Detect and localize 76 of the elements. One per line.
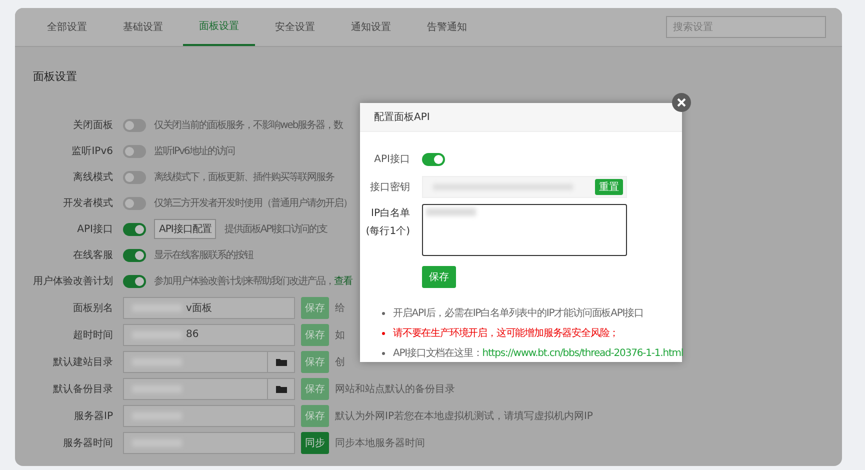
setting-label: 关闭面板 bbox=[72, 118, 113, 132]
api-key-field[interactable]: 重置 bbox=[422, 176, 627, 198]
bullet bbox=[382, 352, 385, 354]
setting-label: 在线客服 bbox=[72, 248, 113, 262]
settings-tab[interactable]: 安全设置 bbox=[259, 8, 331, 46]
save-button[interactable]: 保存 bbox=[301, 350, 329, 372]
toggle-switch[interactable] bbox=[123, 274, 146, 288]
field-label: 接口密钥 bbox=[369, 180, 410, 194]
privacy-link[interactable]: 查看 bbox=[334, 274, 352, 288]
note-text: 请不要在生产环境开启，这可能增加服务器安全风险； bbox=[393, 326, 619, 340]
section-title: 面板设置 bbox=[33, 69, 77, 84]
field-label: API接口 bbox=[373, 152, 410, 166]
save-button[interactable]: 保存 bbox=[301, 404, 329, 426]
save-button[interactable]: 同步 bbox=[301, 432, 329, 454]
config-button[interactable]: API接口配置 bbox=[154, 219, 216, 239]
setting-description: 参加用户体验改善计划来帮助我们改进产品， bbox=[154, 274, 334, 288]
settings-tab[interactable]: 通知设置 bbox=[335, 8, 407, 46]
setting-label: 监听IPv6 bbox=[70, 145, 113, 158]
close-icon bbox=[677, 98, 686, 107]
setting-description: 给 bbox=[335, 302, 345, 314]
dialog-title: 配置面板API bbox=[374, 110, 430, 124]
setting-label: 离线模式 bbox=[72, 170, 113, 184]
field-label: IP白名单 bbox=[371, 206, 410, 220]
setting-description: 仅关闭当前的面板服务，不影响web服务器，数 bbox=[154, 118, 343, 132]
redacted-blur bbox=[426, 208, 476, 216]
text-field[interactable]: 86 bbox=[123, 324, 295, 346]
settings-tab[interactable]: 全部设置 bbox=[31, 8, 103, 46]
setting-description: 如 bbox=[335, 328, 345, 342]
setting-label: 超时时间 bbox=[72, 328, 113, 342]
bullet bbox=[382, 312, 385, 314]
reset-button[interactable]: 重置 bbox=[595, 179, 623, 195]
save-button[interactable]: 保存 bbox=[422, 266, 456, 288]
settings-tab[interactable]: 面板设置 bbox=[183, 8, 255, 46]
setting-description: 创 bbox=[335, 356, 345, 368]
bullet bbox=[382, 332, 385, 334]
setting-description: 离线模式下，面板更新、插件购买等联网服务 bbox=[154, 170, 334, 184]
text-field[interactable] bbox=[123, 404, 295, 426]
setting-label: 默认建站目录 bbox=[52, 356, 113, 368]
folder-icon[interactable] bbox=[276, 384, 286, 392]
setting-description: 网站和站点默认的备份目录 bbox=[335, 382, 455, 396]
folder-icon[interactable] bbox=[276, 358, 286, 366]
setting-description: 同步本地服务器时间 bbox=[335, 436, 425, 450]
note-text: API接口文档在这里： bbox=[393, 346, 482, 360]
settings-tab[interactable]: 告警通知 bbox=[411, 8, 483, 46]
toggle-switch[interactable] bbox=[123, 248, 146, 262]
text-field[interactable] bbox=[123, 350, 295, 372]
toggle-switch[interactable] bbox=[123, 170, 146, 184]
setting-label: 用户体验改善计划 bbox=[33, 274, 113, 288]
save-button[interactable]: 保存 bbox=[301, 324, 329, 346]
text-field[interactable]: v面板 bbox=[123, 296, 295, 318]
setting-description: 默认为外网IP若您在本地虚拟机测试，请填写虚拟机内网IP bbox=[335, 410, 593, 422]
setting-label: API接口 bbox=[76, 222, 113, 236]
text-field[interactable] bbox=[123, 432, 295, 454]
setting-description: 提供面板API接口访问的支 bbox=[224, 222, 328, 236]
toggle-switch[interactable] bbox=[422, 152, 445, 166]
setting-label: 开发者模式 bbox=[62, 196, 113, 210]
setting-label: 服务器时间 bbox=[62, 436, 113, 450]
field-hint: (每行1个) bbox=[366, 225, 410, 238]
setting-label: 服务器IP bbox=[73, 410, 113, 422]
setting-description: 仅第三方开发者开发时使用（普通用户请勿开启） bbox=[154, 196, 352, 210]
setting-description: 监听IPv6地址的访问 bbox=[154, 144, 234, 158]
settings-tab[interactable]: 基础设置 bbox=[107, 8, 179, 46]
save-button[interactable]: 保存 bbox=[301, 378, 329, 400]
toggle-switch[interactable] bbox=[123, 196, 146, 210]
toggle-switch[interactable] bbox=[123, 222, 146, 236]
whitelist-textarea[interactable] bbox=[422, 204, 627, 256]
search-field[interactable]: 搜索设置 bbox=[666, 16, 826, 38]
toggle-switch[interactable] bbox=[123, 118, 146, 132]
docs-link[interactable]: https://www.bt.cn/bbs/thread-20376-1-1.html bbox=[482, 348, 684, 358]
setting-label: 默认备份目录 bbox=[52, 382, 113, 396]
save-button[interactable]: 保存 bbox=[301, 296, 329, 318]
toggle-switch[interactable] bbox=[123, 144, 146, 158]
setting-description: 显示在线客服联系的按钮 bbox=[154, 248, 253, 262]
note-text: 开启API后，必需在IP白名单列表中的IP才能访问面板API接口 bbox=[393, 306, 644, 320]
setting-label: 面板别名 bbox=[72, 302, 113, 314]
text-field[interactable] bbox=[123, 378, 295, 400]
